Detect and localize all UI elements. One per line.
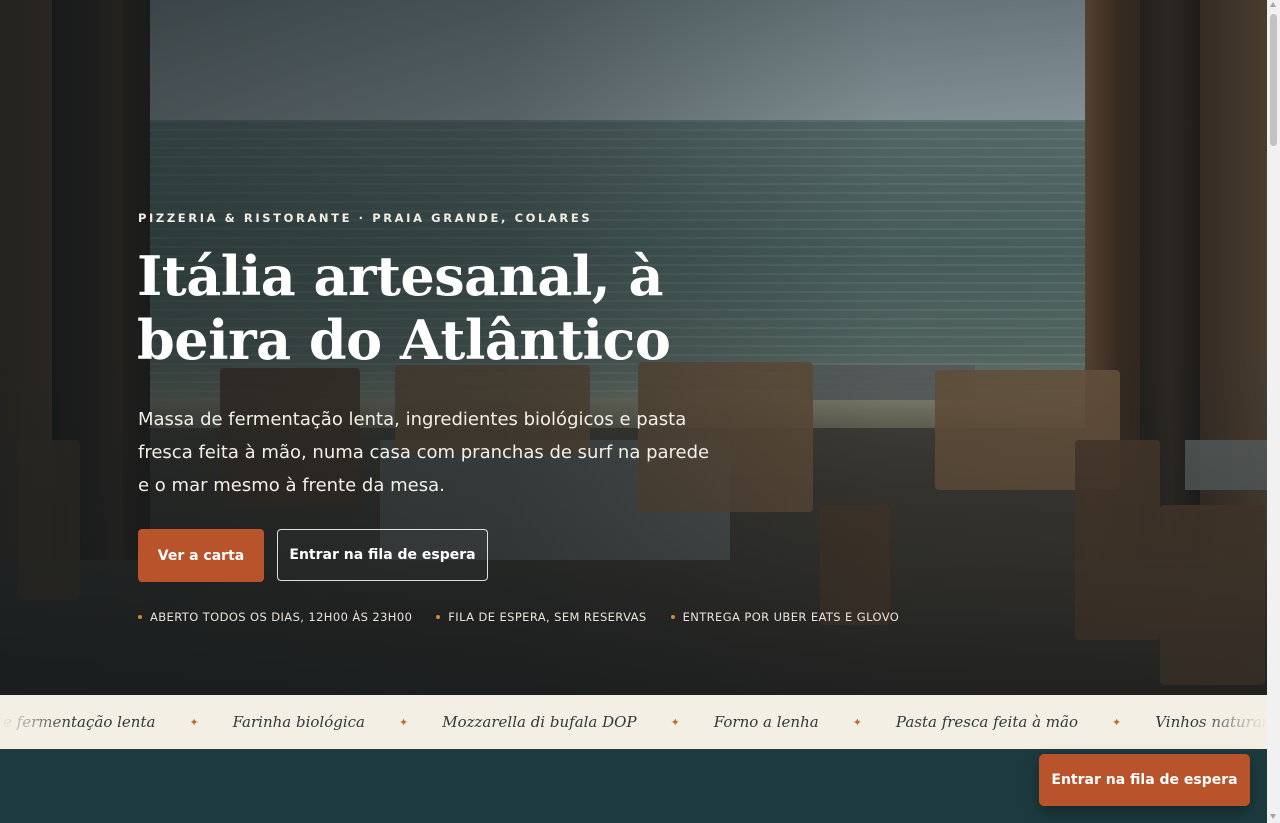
fact-label: ENTREGA POR UBER EATS E GLOVO [682,610,900,624]
view-menu-button[interactable]: Ver a carta [138,529,264,582]
fact-delivery: ENTREGA POR UBER EATS E GLOVO [670,610,900,624]
star-separator-icon: ✦ [670,715,680,729]
floating-waitlist-button[interactable]: Entrar na fila de espera [1039,754,1250,806]
marquee-fade-right [1197,695,1267,749]
hero-section: PIZZERIA & RISTORANTE · PRAIA GRANDE, CO… [0,0,1267,695]
bullet-dot-icon [670,615,675,619]
bullet-dot-icon [436,615,441,619]
page-scrollbar[interactable] [1267,0,1280,823]
hero-description: Massa de fermentação lenta, ingredientes… [138,409,710,496]
fact-label: FILA DE ESPERA, SEM RESERVAS [448,610,647,624]
marquee-item: Farinha biológica [232,713,365,731]
features-marquee: Massa de fermentação lenta ✦ Farinha bio… [0,695,1267,749]
fact-label: ABERTO TODOS OS DIAS, 12H00 ÀS 23H00 [150,610,413,624]
marquee-item: Pasta fresca feita à mão [895,713,1078,731]
join-waitlist-button[interactable]: Entrar na fila de espera [277,529,488,581]
page: PIZZERIA & RISTORANTE · PRAIA GRANDE, CO… [0,0,1267,823]
headline-line-1: Itália artesanal, à [137,244,664,308]
marquee-track: Massa de fermentação lenta ✦ Farinha bio… [0,695,1267,749]
star-separator-icon: ✦ [852,715,862,729]
hero-eyebrow: PIZZERIA & RISTORANTE · PRAIA GRANDE, CO… [138,211,593,225]
marquee-item: Mozzarella di bufala DOP [442,713,637,731]
fact-waitlist: FILA DE ESPERA, SEM RESERVAS [436,610,646,624]
headline-line-2: beira do Atlântico [137,308,671,372]
hero-headline: Itália artesanal, à beira do Atlântico [137,244,717,372]
fact-opening-hours: ABERTO TODOS OS DIAS, 12H00 ÀS 23H00 [138,610,412,624]
star-separator-icon: ✦ [1112,715,1122,729]
scroll-down-arrow-icon[interactable] [1270,814,1276,819]
star-separator-icon: ✦ [189,715,199,729]
scroll-up-arrow-icon[interactable] [1270,2,1276,7]
marquee-item: Forno a lenha [713,713,819,731]
scrollbar-thumb[interactable] [1270,14,1277,146]
hero-facts: ABERTO TODOS OS DIAS, 12H00 ÀS 23H00 FIL… [138,610,899,624]
bullet-dot-icon [138,615,142,619]
marquee-fade-left [0,695,70,749]
star-separator-icon: ✦ [399,715,409,729]
